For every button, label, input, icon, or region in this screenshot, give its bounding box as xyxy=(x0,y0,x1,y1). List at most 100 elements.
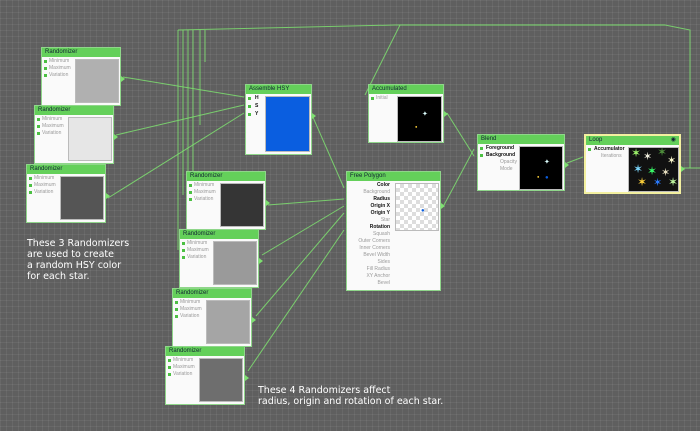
color-preview xyxy=(265,96,310,152)
output-port[interactable] xyxy=(565,162,569,168)
randomizer-node-1[interactable]: Randomizer Minimum Maximum Variation xyxy=(41,47,125,106)
port-label-s: S xyxy=(255,103,259,109)
port-label-maximum: Maximum xyxy=(49,65,71,71)
randomizer-node-3[interactable]: Randomizer Minimum Maximum Variation xyxy=(26,164,110,223)
node-title: Randomizer xyxy=(42,48,120,57)
port-variation[interactable] xyxy=(37,132,40,135)
port-label-variation: Variation xyxy=(173,371,193,377)
output-port[interactable] xyxy=(121,76,125,82)
node-title: Randomizer xyxy=(35,106,113,115)
port-y[interactable] xyxy=(248,113,251,116)
port-maximum[interactable] xyxy=(175,308,178,311)
star-icon: ✶ xyxy=(668,175,679,189)
star-icon: ✶ xyxy=(637,175,648,189)
output-port[interactable] xyxy=(441,203,445,209)
port-minimum[interactable] xyxy=(175,301,178,304)
node-title: Randomizer xyxy=(187,172,265,181)
star-icon: ✶ xyxy=(631,147,642,160)
output-port[interactable] xyxy=(114,134,118,140)
port-label-origin-x: Origin X xyxy=(370,203,390,209)
port-label-variation: Variation xyxy=(194,196,214,202)
randomizer-node-2[interactable]: Randomizer Minimum Maximum Variation xyxy=(34,105,118,164)
output-port[interactable] xyxy=(444,111,448,117)
star-icon: ✶ xyxy=(643,151,653,163)
port-label-minimum: Minimum xyxy=(173,357,194,363)
port-label-minimum: Minimum xyxy=(187,240,208,246)
port-maximum[interactable] xyxy=(44,67,47,70)
node-title: Randomizer xyxy=(166,347,244,356)
color-preview xyxy=(213,241,257,285)
port-label-squash: Squash xyxy=(373,231,390,237)
randomizer-node-4[interactable]: Randomizer Minimum Maximum Variation xyxy=(186,171,270,230)
port-label-color: Color xyxy=(376,182,390,188)
port-label-star: Star xyxy=(380,217,390,223)
port-variation[interactable] xyxy=(168,373,171,376)
star-icon: ✶ xyxy=(657,147,668,159)
port-label-mode: Mode xyxy=(500,166,513,172)
output-port[interactable] xyxy=(259,258,263,264)
randomizer-node-6[interactable]: Randomizer Minimum Maximum Variation xyxy=(172,288,256,347)
port-variation[interactable] xyxy=(175,315,178,318)
port-minimum[interactable] xyxy=(44,60,47,63)
node-title: Randomizer xyxy=(173,289,251,298)
port-minimum[interactable] xyxy=(37,118,40,121)
image-preview: ✶ ✶ ✶ ✶ ✶ ✶ ✶ ✶ ✶ ✶ xyxy=(628,147,679,192)
assemble-hsy-node[interactable]: Assemble HSY H S Y xyxy=(245,84,316,155)
accumulated-node[interactable]: Accumulated Initial ✦ ● xyxy=(368,84,448,143)
port-foreground[interactable] xyxy=(480,147,483,150)
port-label-minimum: Minimum xyxy=(194,182,215,188)
loop-node[interactable]: Loop ◉ Accumulator Iterations ✶ ✶ ✶ ✶ ✶ … xyxy=(584,134,685,194)
star-icon: ✶ xyxy=(667,155,677,167)
port-label-variation: Variation xyxy=(34,189,54,195)
star-icon: ● xyxy=(537,174,540,179)
port-variation[interactable] xyxy=(182,256,185,259)
port-maximum[interactable] xyxy=(29,184,32,187)
port-label-minimum: Minimum xyxy=(49,58,70,64)
port-background[interactable] xyxy=(480,154,483,157)
node-title: Free Polygon xyxy=(347,172,440,181)
port-maximum[interactable] xyxy=(168,366,171,369)
port-maximum[interactable] xyxy=(189,191,192,194)
output-port[interactable] xyxy=(252,317,256,323)
port-accumulator[interactable] xyxy=(588,148,591,151)
port-label-maximum: Maximum xyxy=(187,247,209,253)
port-label-maximum: Maximum xyxy=(194,189,216,195)
port-label-maximum: Maximum xyxy=(42,123,64,129)
port-variation[interactable] xyxy=(189,198,192,201)
output-port[interactable] xyxy=(312,113,316,119)
port-label-xy-anchor: XY Anchor xyxy=(366,273,390,279)
output-port[interactable] xyxy=(681,166,685,172)
port-maximum[interactable] xyxy=(182,249,185,252)
port-maximum[interactable] xyxy=(37,125,40,128)
port-minimum[interactable] xyxy=(29,177,32,180)
port-label-outer-corners: Outer Corners xyxy=(358,238,390,244)
free-polygon-node[interactable]: Free Polygon Color Background Radius Ori… xyxy=(346,171,445,291)
blend-node[interactable]: Blend Foreground Background Opacity Mode… xyxy=(477,134,569,191)
port-s[interactable] xyxy=(248,105,251,108)
port-label-radius: Radius xyxy=(373,196,390,202)
node-title: Blend xyxy=(478,135,564,144)
output-port[interactable] xyxy=(266,200,270,206)
output-port[interactable] xyxy=(245,375,249,381)
port-h[interactable] xyxy=(248,97,251,100)
node-title: Accumulated xyxy=(369,85,443,94)
port-variation[interactable] xyxy=(44,74,47,77)
port-minimum[interactable] xyxy=(182,242,185,245)
port-initial[interactable] xyxy=(371,97,374,100)
randomizer-node-5[interactable]: Randomizer Minimum Maximum Variation xyxy=(179,229,263,288)
image-preview: ✦ ● xyxy=(397,96,442,142)
annotation-hsy: These 3 Randomizers are used to create a… xyxy=(27,238,130,282)
star-icon: ✶ xyxy=(647,164,658,178)
output-port[interactable] xyxy=(106,193,110,199)
port-label-foreground: Foreground xyxy=(486,145,515,151)
port-label-variation: Variation xyxy=(187,254,207,260)
color-preview xyxy=(206,300,250,344)
image-preview: ✦ ● ● xyxy=(519,146,563,190)
star-icon: ✶ xyxy=(633,162,644,176)
randomizer-node-7[interactable]: Randomizer Minimum Maximum Variation xyxy=(165,346,249,405)
port-variation[interactable] xyxy=(29,191,32,194)
port-minimum[interactable] xyxy=(168,359,171,362)
eye-icon[interactable]: ◉ xyxy=(671,136,676,145)
star-icon: ✦ xyxy=(422,111,428,118)
port-minimum[interactable] xyxy=(189,184,192,187)
